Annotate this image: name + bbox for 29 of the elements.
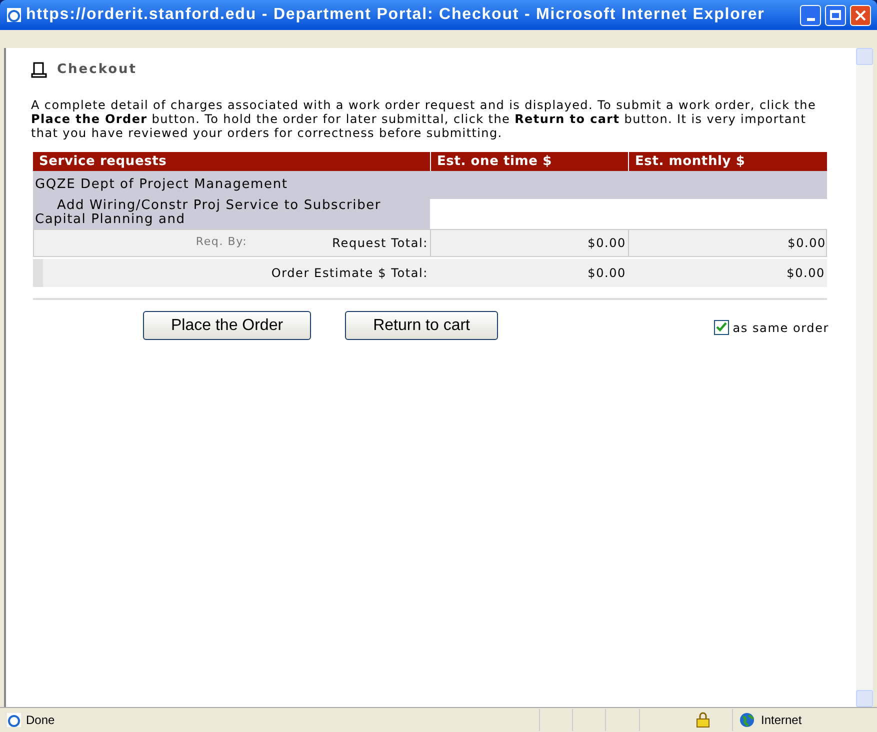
request-total-label: Request Total: [332, 234, 428, 252]
globe-icon [739, 712, 755, 728]
department-cell-text: GQZE Dept of Project Management [34, 176, 289, 194]
status-panel [539, 709, 572, 731]
browser-icon [6, 7, 22, 23]
close-icon [855, 10, 866, 20]
place-order-button[interactable]: Place the Order [143, 311, 312, 340]
page-heading: Checkout [57, 61, 138, 79]
browser-icon [6, 712, 22, 728]
table-cell-text: $0.00 [786, 264, 826, 282]
table-cell: $0.00 [431, 230, 629, 256]
maximize-button[interactable] [825, 4, 846, 26]
minimize-button[interactable] [800, 4, 821, 26]
table-cell-text: $0.00 [786, 234, 827, 252]
service-cell-text: Add Wiring/Constr Proj Service to Subscriber Capital Planning and [34, 198, 382, 228]
column-header: Service requests [38, 152, 168, 170]
zone-text: Internet [761, 712, 803, 729]
description-text: A complete detail of charges associated with a work order request and is displayed. To submit a work order, click the Place the Order button. To hold the order for later submittal, click the Return to cart button. It is very important that you have reviewed your orders for correctness before submitting. [31, 98, 818, 140]
checkbox-label: as same order [732, 320, 829, 336]
close-button[interactable] [850, 4, 871, 26]
status-text: Done [26, 712, 56, 729]
return-to-cart-button[interactable]: Return to cart [345, 311, 498, 340]
document-icon [31, 62, 47, 78]
lock-icon [696, 712, 710, 728]
req-by-label: Req. By: [196, 234, 248, 250]
window-title: https://orderit.stanford.edu - Department Portal: Checkout - Microsoft Internet Explorer [26, 5, 766, 25]
checkbox[interactable] [714, 320, 729, 335]
order-total-label: Order Estimate $ Total: [33, 258, 430, 286]
table-cell-text: $0.00 [586, 264, 627, 282]
